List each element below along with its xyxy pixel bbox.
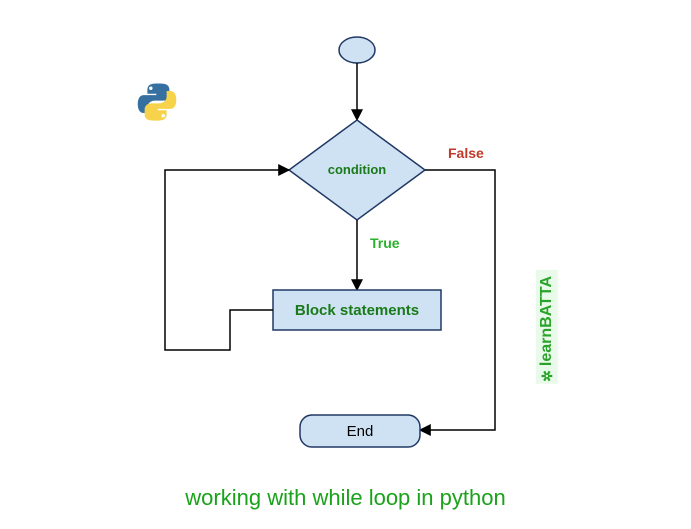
flowchart: condition False True Block statements En…: [0, 0, 691, 490]
flower-icon: ✲: [539, 370, 556, 382]
block-label: Block statements: [295, 302, 419, 319]
watermark: ✲ learnBATTA: [536, 270, 558, 384]
false-label: False: [448, 145, 484, 161]
watermark-text: learnBATTA: [538, 276, 556, 366]
true-label: True: [370, 235, 400, 251]
edge-block-condition-loop: [165, 170, 289, 350]
diagram-caption: working with while loop in python: [0, 485, 691, 511]
condition-label: condition: [328, 162, 387, 177]
end-label: End: [347, 423, 374, 440]
start-node: [339, 37, 375, 63]
